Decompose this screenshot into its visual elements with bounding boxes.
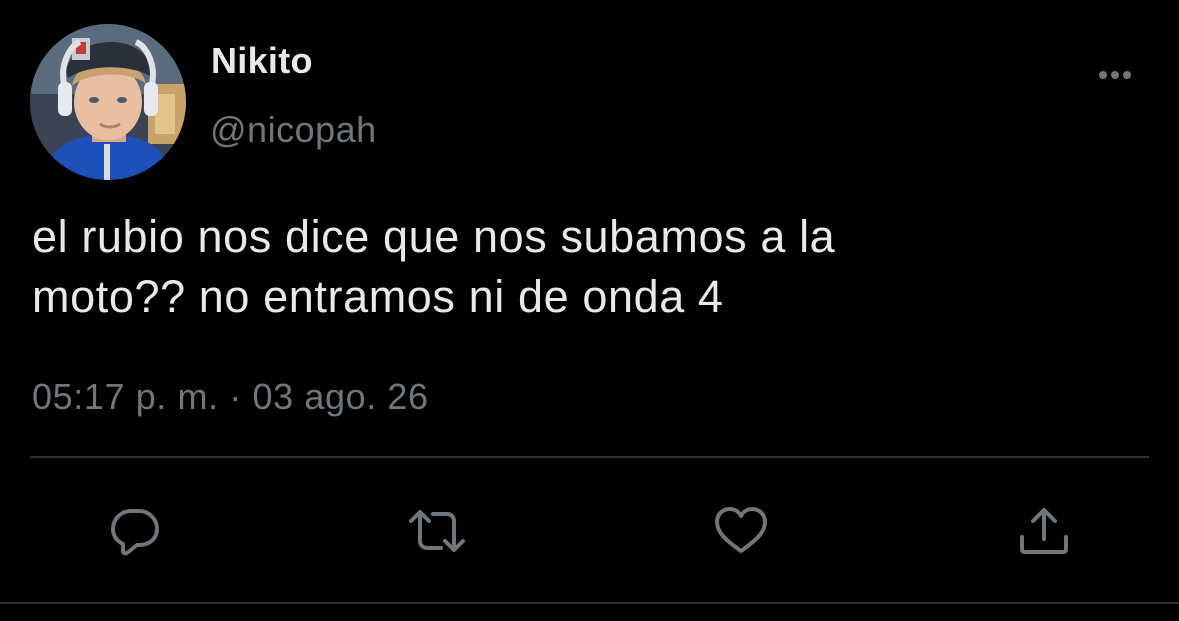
tweet-timestamp[interactable]: 05:17 p. m. · 03 ago. 26 [32,376,429,418]
ellipsis-icon [1099,71,1131,79]
tweet-text-line: el rubio nos dice que nos subamos a la [32,211,836,262]
divider [30,456,1149,458]
like-button[interactable] [713,505,769,557]
avatar[interactable] [30,24,186,180]
retweet-icon [409,510,465,552]
tweet-text: el rubio nos dice que nos subamos a la m… [32,207,1132,327]
share-button[interactable] [1016,505,1072,557]
reply-button[interactable] [107,505,163,557]
retweet-button[interactable] [407,505,465,557]
profile-photo-icon [30,24,186,180]
reply-icon [111,509,159,556]
heart-icon [715,507,767,553]
tweet-detail: Nikito @nicopah el rubio nos dice que no… [0,0,1179,621]
display-name[interactable]: Nikito [211,40,313,82]
tweet-text-line: moto?? no entramos ni de onda 4 [32,271,724,322]
more-options-button[interactable] [1090,58,1140,92]
divider [0,602,1179,604]
user-handle[interactable]: @nicopah [210,109,377,151]
share-icon [1020,508,1068,554]
